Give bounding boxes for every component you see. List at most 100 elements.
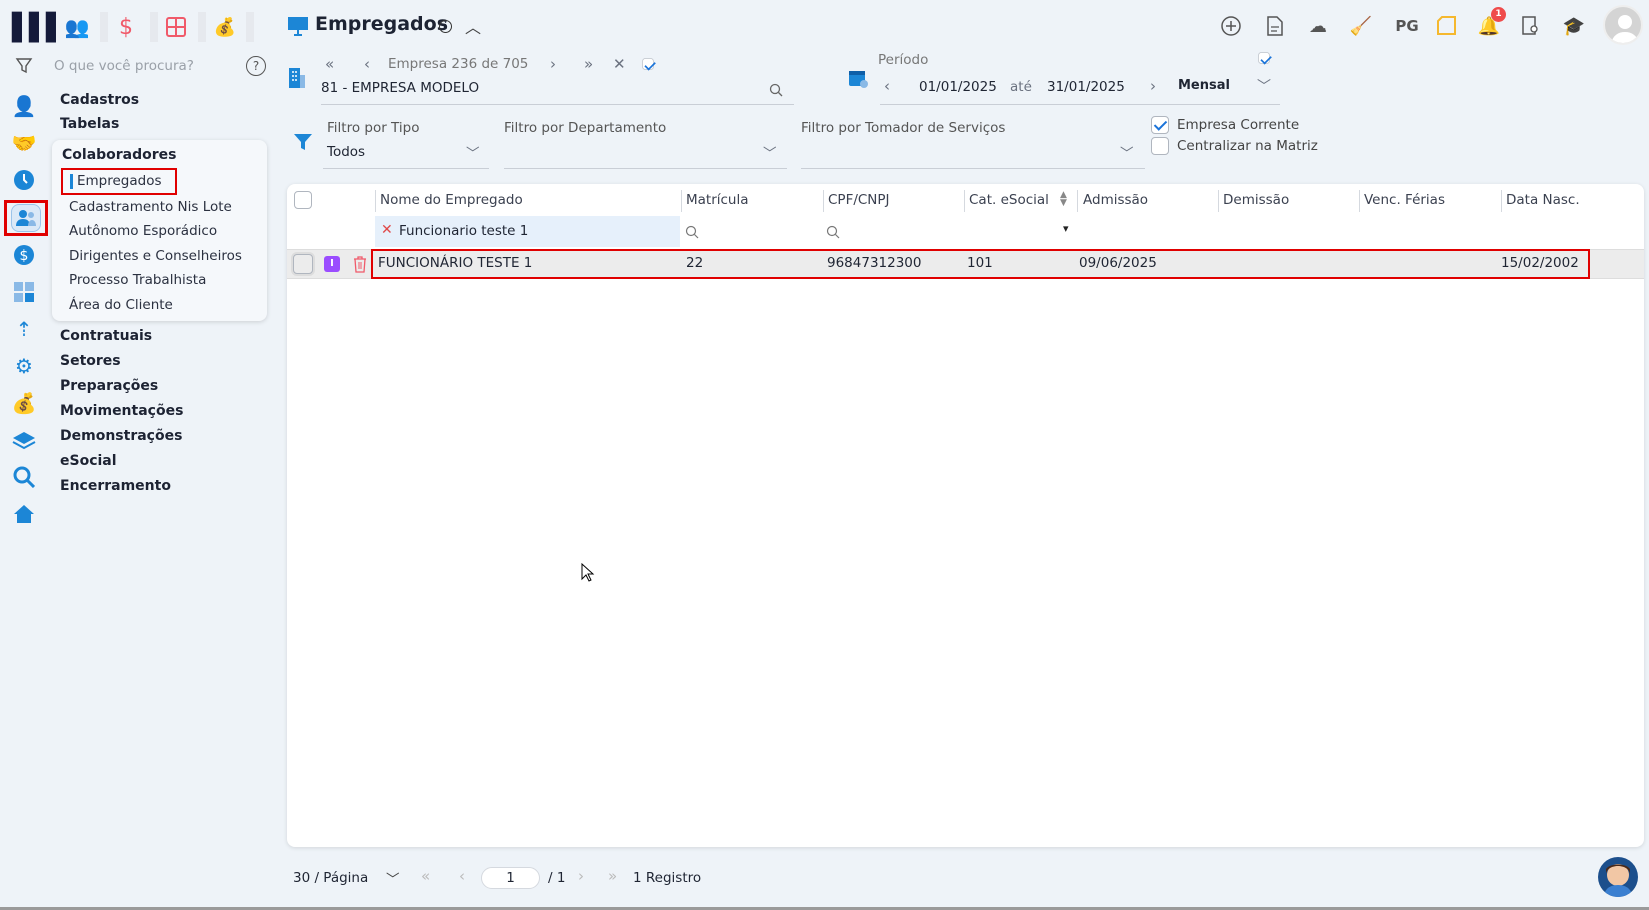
- magnifier-icon[interactable]: [9, 462, 39, 492]
- flyout-item-processo-trabalhista[interactable]: Processo Trabalhista: [69, 272, 206, 288]
- matricula-filter-search-icon[interactable]: [684, 224, 700, 240]
- calculator-icon[interactable]: [9, 277, 39, 307]
- menu-preparacoes[interactable]: Preparações: [60, 378, 158, 394]
- prev-page-button[interactable]: ‹: [459, 867, 465, 885]
- periodicity-chevron-down-icon[interactable]: ﹀: [1257, 76, 1271, 96]
- last-page-button[interactable]: »: [608, 867, 617, 885]
- layers-icon[interactable]: [9, 425, 39, 455]
- cell-nome[interactable]: FUNCIONÁRIO TESTE 1: [378, 255, 532, 271]
- tomador-select[interactable]: [801, 168, 1145, 169]
- first-page-button[interactable]: «: [421, 867, 430, 885]
- col-header-matricula[interactable]: Matrícula: [686, 192, 749, 208]
- app-logo[interactable]: ▌▌▌: [12, 13, 66, 43]
- report-search-icon[interactable]: [1519, 14, 1543, 38]
- pg-button[interactable]: PG: [1393, 14, 1421, 38]
- page-size-select[interactable]: 30 / Página: [293, 870, 368, 886]
- clear-company-button[interactable]: ✕: [613, 55, 626, 73]
- sticky-note-icon[interactable]: [1435, 14, 1459, 38]
- menu-tabelas[interactable]: Tabelas: [60, 116, 119, 132]
- select-all-checkbox[interactable]: [294, 191, 312, 209]
- departamento-chevron-down-icon[interactable]: ﹀: [763, 142, 777, 162]
- collapse-chevron-up-icon[interactable]: ︿: [465, 14, 481, 38]
- col-divider: [1501, 190, 1502, 212]
- tax-arrow-icon[interactable]: ⇡: [9, 314, 39, 344]
- menu-contratuais[interactable]: Contratuais: [60, 328, 152, 344]
- cat-filter-chevron-down-icon[interactable]: ▾: [1063, 222, 1069, 235]
- flyout-item-empregados[interactable]: Empregados: [61, 168, 177, 195]
- period-lock-checkbox[interactable]: [1258, 52, 1270, 64]
- add-circle-icon[interactable]: [1219, 14, 1243, 38]
- dollar-circle-icon[interactable]: $: [9, 240, 39, 270]
- tipo-chevron-down-icon[interactable]: ﹀: [466, 142, 480, 162]
- next-period-button[interactable]: ›: [1150, 77, 1156, 95]
- col-header-cat-esocial[interactable]: Cat. eSocial: [969, 192, 1049, 208]
- col-header-cpf[interactable]: CPF/CNPJ: [828, 192, 890, 208]
- assistant-avatar[interactable]: [1598, 857, 1638, 897]
- last-company-button[interactable]: »: [584, 55, 593, 73]
- menu-encerramento[interactable]: Encerramento: [60, 478, 171, 494]
- colaboradores-rail-button[interactable]: [4, 200, 48, 236]
- home-icon[interactable]: [9, 499, 39, 529]
- col-header-demissao[interactable]: Demissão: [1223, 192, 1289, 208]
- col-header-venc-ferias[interactable]: Venc. Férias: [1364, 192, 1445, 208]
- info-icon[interactable]: i: [439, 20, 452, 33]
- broom-icon[interactable]: 🧹: [1349, 14, 1373, 38]
- graduation-cap-icon[interactable]: 🎓: [1562, 14, 1586, 38]
- help-icon[interactable]: ?: [246, 56, 266, 76]
- document-icon[interactable]: [1263, 14, 1287, 38]
- next-page-button[interactable]: ›: [578, 867, 584, 885]
- menu-cadastros[interactable]: Cadastros: [60, 92, 139, 108]
- menu-demonstracoes[interactable]: Demonstrações: [60, 428, 182, 444]
- row-checkbox[interactable]: [293, 254, 313, 274]
- col-header-data-nasc[interactable]: Data Nasc.: [1506, 192, 1580, 208]
- calculator-tab-icon[interactable]: [163, 12, 189, 42]
- periodicity-select[interactable]: Mensal: [1178, 78, 1230, 93]
- company-name[interactable]: 81 - EMPRESA MODELO: [321, 80, 479, 96]
- calendar-icon[interactable]: [847, 67, 869, 89]
- user-avatar[interactable]: [1603, 5, 1643, 45]
- cpf-filter-search-icon[interactable]: [825, 224, 841, 240]
- empresa-corrente-checkbox[interactable]: [1151, 116, 1169, 134]
- col-header-admissao[interactable]: Admissão: [1083, 192, 1148, 208]
- col-header-nome[interactable]: Nome do Empregado: [380, 192, 523, 208]
- company-lock-checkbox[interactable]: [642, 58, 654, 70]
- next-company-button[interactable]: ›: [550, 55, 556, 73]
- date-from-input[interactable]: 01/01/2025: [919, 79, 997, 95]
- menu-movimentacoes[interactable]: Movimentações: [60, 403, 183, 419]
- filter-icon[interactable]: [14, 56, 34, 76]
- centralizar-matriz-checkbox[interactable]: [1151, 137, 1169, 155]
- tomador-chevron-down-icon[interactable]: ﹀: [1120, 142, 1134, 162]
- money-bag-tab-icon[interactable]: 💰: [212, 12, 238, 42]
- people-tab-icon[interactable]: 👥: [64, 12, 90, 42]
- tipo-filter-select[interactable]: Todos: [327, 144, 365, 160]
- prev-company-button[interactable]: ‹: [364, 55, 370, 73]
- cloud-upload-icon[interactable]: ☁: [1306, 14, 1330, 38]
- centralizar-matriz-label: Centralizar na Matriz: [1177, 138, 1318, 154]
- clock-icon[interactable]: [9, 165, 39, 195]
- handshake-icon[interactable]: 🤝: [9, 128, 39, 158]
- menu-setores[interactable]: Setores: [60, 353, 121, 369]
- mouse-cursor-icon: [581, 562, 595, 587]
- dollar-tab-icon[interactable]: $: [113, 12, 139, 42]
- page-input[interactable]: 1: [481, 867, 540, 889]
- sort-icon[interactable]: ▲ ▼: [1060, 191, 1067, 208]
- departamento-select[interactable]: [504, 168, 787, 169]
- date-to-input[interactable]: 31/01/2025: [1047, 79, 1125, 95]
- user-gear-icon[interactable]: 👤: [9, 91, 39, 121]
- company-search-icon[interactable]: [768, 82, 784, 98]
- money-bag-icon[interactable]: 💰: [9, 388, 39, 418]
- trash-icon[interactable]: [352, 255, 368, 273]
- name-filter-input[interactable]: ✕ Funcionario teste 1: [375, 216, 680, 247]
- flyout-item-autonomo-esporadico[interactable]: Autônomo Esporádico: [69, 223, 217, 239]
- cell-cpf: 96847312300: [827, 255, 922, 271]
- clear-filter-icon[interactable]: ✕: [381, 222, 393, 238]
- gear-plus-icon[interactable]: ⚙: [9, 351, 39, 381]
- menu-search-input[interactable]: O que você procura?: [54, 58, 194, 74]
- flyout-item-area-cliente[interactable]: Área do Cliente: [69, 297, 173, 313]
- first-company-button[interactable]: «: [325, 55, 334, 73]
- page-size-chevron-down-icon[interactable]: ﹀: [386, 868, 400, 888]
- menu-esocial[interactable]: eSocial: [60, 453, 117, 469]
- flyout-item-dirigentes[interactable]: Dirigentes e Conselheiros: [69, 248, 242, 264]
- prev-period-button[interactable]: ‹: [884, 77, 890, 95]
- flyout-item-cadastramento-nis-lote[interactable]: Cadastramento Nis Lote: [69, 199, 232, 215]
